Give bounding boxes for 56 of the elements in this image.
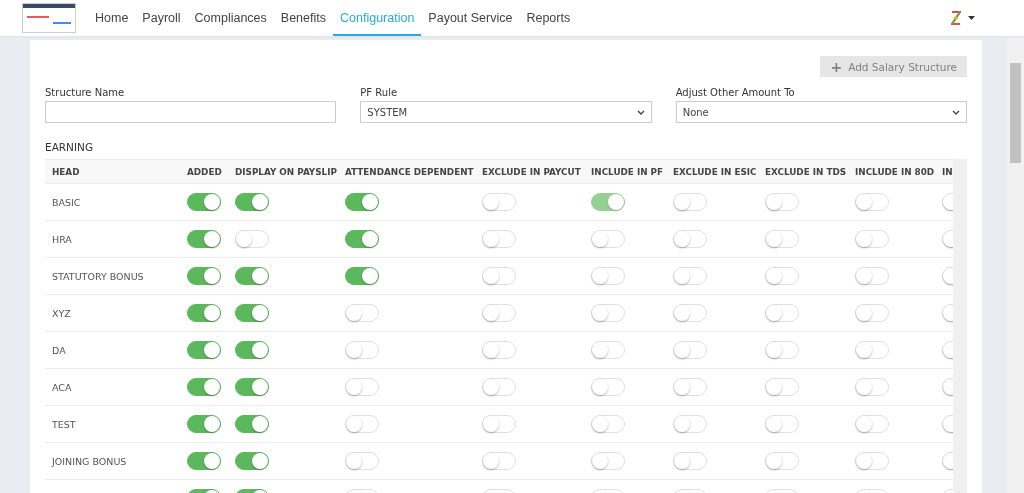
structure-name-input[interactable] xyxy=(45,101,337,123)
chevron-down-icon xyxy=(952,110,960,115)
nav-tab[interactable]: Reports xyxy=(519,0,578,36)
earning-head: JOINING BONUS xyxy=(52,455,127,467)
toggle-switch[interactable] xyxy=(235,415,269,433)
earning-head: ACA xyxy=(52,381,72,393)
toggle-switch[interactable] xyxy=(187,267,221,285)
column-header: ATTENDANCE DEPENDENT xyxy=(345,166,474,177)
toggle-switch[interactable] xyxy=(187,193,221,211)
column-header: EXCLUDE IN PAYCUT xyxy=(482,166,581,177)
earning-head: BASIC xyxy=(52,196,81,208)
chevron-down-icon xyxy=(636,110,645,115)
toggle-switch[interactable] xyxy=(345,193,379,211)
column-header: INCLUDE IN 80D xyxy=(855,166,935,177)
logo-thumbnail[interactable] xyxy=(22,3,76,33)
column-header: INCLUDE IN PF xyxy=(591,166,664,177)
toggle-switch[interactable] xyxy=(187,341,221,359)
earning-head: DA xyxy=(52,344,66,356)
toggle-switch[interactable] xyxy=(235,193,269,211)
toggle-switch[interactable] xyxy=(187,452,221,470)
toggle-switch[interactable] xyxy=(235,452,269,470)
nav-tab[interactable]: Compliances xyxy=(187,0,274,36)
column-header: ADDED xyxy=(187,166,222,177)
nav-tab[interactable]: Home xyxy=(88,0,136,36)
toggle-switch[interactable] xyxy=(187,378,221,396)
column-header: IN xyxy=(942,166,953,177)
page-scrollbar[interactable] xyxy=(1007,38,1024,493)
toggle-switch[interactable] xyxy=(235,378,269,396)
field-label: Structure Name xyxy=(45,87,125,98)
toggle-switch[interactable] xyxy=(187,304,221,322)
nav-tab[interactable]: Benefits xyxy=(273,0,333,36)
earning-head: XYZ xyxy=(52,307,71,319)
toggle-switch[interactable] xyxy=(235,267,269,285)
user-logo-icon[interactable] xyxy=(951,11,961,25)
column-header: HEAD xyxy=(52,166,80,177)
earning-head: TEST xyxy=(52,418,76,430)
column-header: DISPLAY ON PAYSLIP xyxy=(235,166,337,177)
nav-tab[interactable]: Payout Service xyxy=(421,0,520,36)
table-scrollbar[interactable] xyxy=(953,159,967,493)
column-header: EXCLUDE IN TDS xyxy=(765,166,847,177)
toggle-switch[interactable] xyxy=(235,304,269,322)
toggle-switch[interactable] xyxy=(345,230,379,248)
earning-head: HRA xyxy=(52,233,72,245)
section-title: EARNING xyxy=(45,141,94,153)
field-label: Adjust Other Amount To xyxy=(675,87,795,98)
toggle-switch[interactable] xyxy=(187,415,221,433)
adjust-amount-dropdown[interactable]: None xyxy=(675,101,967,123)
nav-tab[interactable]: Payroll xyxy=(135,0,188,36)
toggle-switch[interactable] xyxy=(187,230,221,248)
column-header: EXCLUDE IN ESIC xyxy=(673,166,757,177)
pf-rule-dropdown[interactable]: SYSTEM xyxy=(360,101,652,123)
toggle-switch[interactable] xyxy=(235,341,269,359)
earning-head: STATUTORY BONUS xyxy=(52,270,144,282)
toggle-switch[interactable] xyxy=(345,267,379,285)
caret-icon[interactable] xyxy=(968,16,975,20)
field-label: PF Rule xyxy=(360,87,398,98)
